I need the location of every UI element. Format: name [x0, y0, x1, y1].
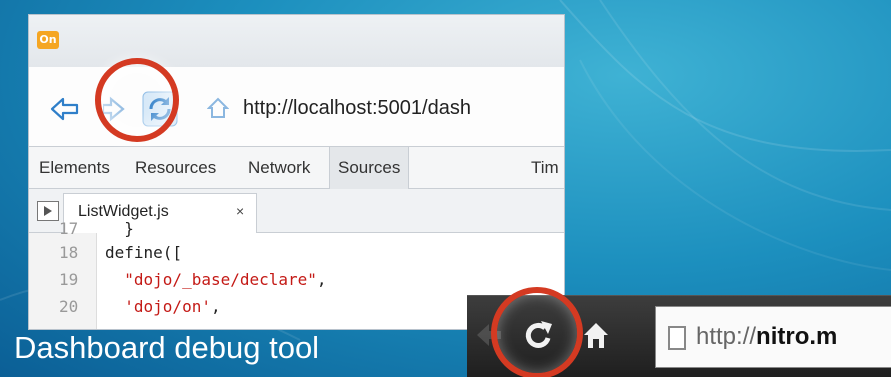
panel-toggle-icon[interactable]: [37, 201, 59, 221]
file-tab[interactable]: ListWidget.js ×: [63, 193, 257, 233]
back-arrow-icon[interactable]: [49, 95, 79, 123]
address-bar-url: http://nitro.m: [696, 323, 838, 350]
address-bar-url[interactable]: http://localhost:5001/dash: [243, 97, 471, 120]
line-number: 18: [59, 243, 79, 262]
home-icon[interactable]: [207, 97, 229, 119]
home-icon[interactable]: [581, 318, 611, 352]
window-titlebar: On: [29, 15, 564, 67]
code-line: 'dojo/on',: [124, 297, 221, 316]
address-bar[interactable]: http://nitro.m: [655, 306, 891, 368]
tab-network[interactable]: Network: [248, 147, 310, 189]
debug-tool-window: On http://localhost:5001/dash Elements R…: [28, 14, 565, 330]
code-line: define([: [105, 243, 183, 262]
devtools-tab-bar: Elements Resources Network Sources Tim: [29, 147, 564, 189]
line-number: 20: [59, 297, 79, 316]
line-number: 19: [59, 270, 79, 289]
reload-highlight-circle: [491, 287, 583, 377]
reload-highlight-circle: [95, 58, 179, 142]
page-icon: [668, 326, 686, 350]
tab-sources[interactable]: Sources: [329, 147, 410, 189]
app-logo-icon: On: [37, 31, 59, 49]
tab-resources[interactable]: Resources: [135, 147, 216, 189]
code-line: }: [105, 219, 134, 238]
close-icon[interactable]: ×: [236, 203, 244, 219]
line-number: 17: [59, 219, 79, 238]
caption-label: Dashboard debug tool: [14, 330, 320, 365]
code-line: "dojo/_base/declare",: [124, 270, 327, 289]
tab-timeline[interactable]: Tim: [531, 147, 559, 189]
tab-elements[interactable]: Elements: [39, 147, 110, 189]
